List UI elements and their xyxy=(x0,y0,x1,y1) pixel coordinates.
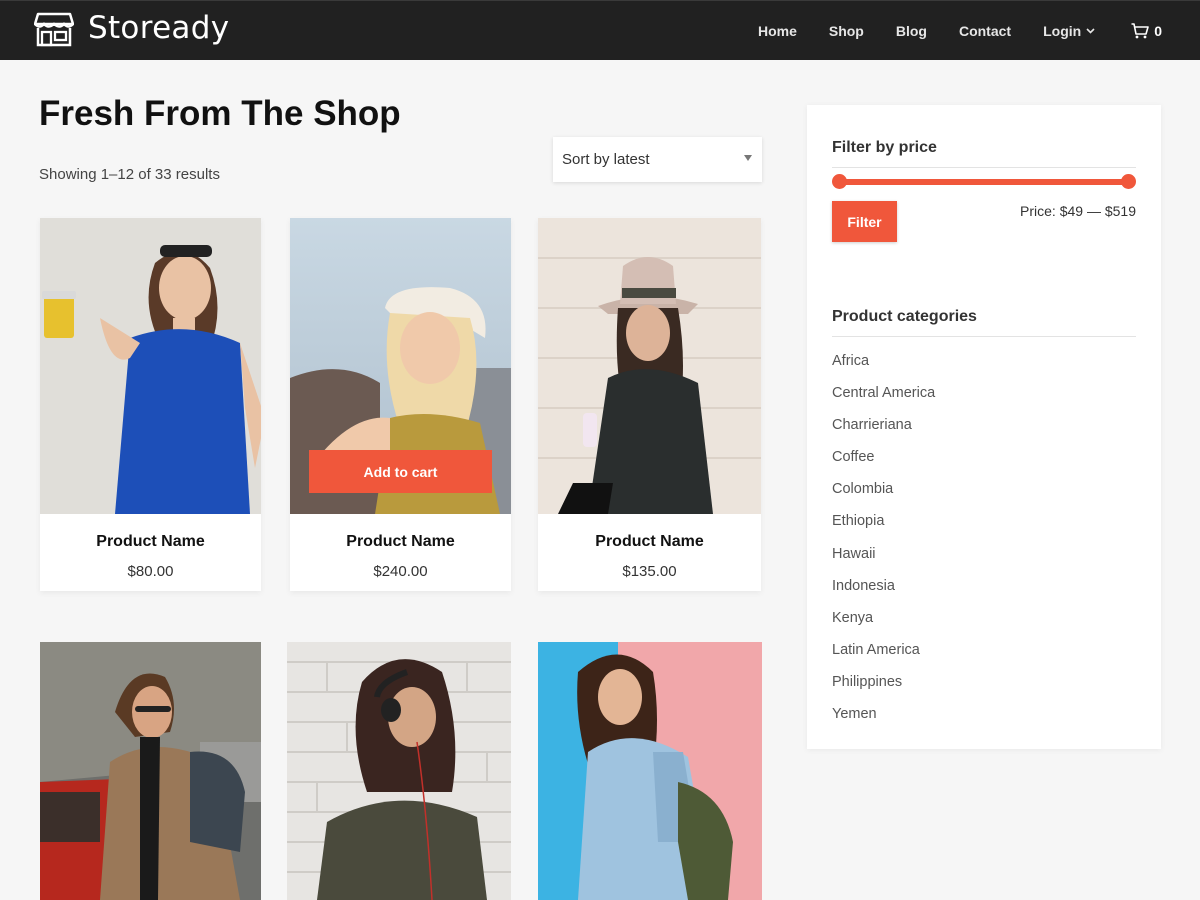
divider xyxy=(832,167,1136,168)
page-title: Fresh From The Shop xyxy=(39,94,401,133)
product-name[interactable]: Product Name xyxy=(538,533,761,551)
caret-down-icon xyxy=(744,155,752,161)
logo[interactable] xyxy=(34,11,74,47)
main-nav: Home Shop Blog Contact Login 0 xyxy=(726,1,1162,61)
filter-button[interactable]: Filter xyxy=(832,201,897,242)
price-slider-track[interactable] xyxy=(839,179,1128,185)
chevron-down-icon xyxy=(1086,28,1095,34)
product-image[interactable] xyxy=(538,642,762,900)
product-image[interactable] xyxy=(287,642,511,900)
product-card[interactable]: Product Name $80.00 xyxy=(40,218,261,591)
nav-blog[interactable]: Blog xyxy=(896,23,927,39)
sort-select[interactable]: Sort by latest xyxy=(553,137,762,182)
cart-button[interactable]: 0 xyxy=(1131,23,1162,39)
nav-login[interactable]: Login xyxy=(1043,23,1095,39)
category-list: Africa Central America Charrieriana Coff… xyxy=(832,353,935,738)
filter-by-price-title: Filter by price xyxy=(832,139,937,156)
price-slider-min-handle[interactable] xyxy=(832,174,847,189)
add-to-cart-button[interactable]: Add to cart xyxy=(309,450,492,493)
product-categories-title: Product categories xyxy=(832,308,977,325)
category-link-latin-america[interactable]: Latin America xyxy=(832,642,935,674)
category-link-africa[interactable]: Africa xyxy=(832,353,935,385)
product-name[interactable]: Product Name xyxy=(290,533,511,551)
result-count: Showing 1–12 of 33 results xyxy=(39,166,220,183)
category-link-indonesia[interactable]: Indonesia xyxy=(832,578,935,610)
sort-selected-label: Sort by latest xyxy=(562,151,650,168)
product-card[interactable]: Product Name $135.00 xyxy=(538,218,761,591)
product-price: $135.00 xyxy=(622,563,677,580)
product-price: $80.00 xyxy=(127,563,174,580)
product-image[interactable] xyxy=(538,218,761,514)
category-link-yemen[interactable]: Yemen xyxy=(832,706,935,738)
category-link-colombia[interactable]: Colombia xyxy=(832,481,935,513)
price-slider-max-handle[interactable] xyxy=(1121,174,1136,189)
category-link-kenya[interactable]: Kenya xyxy=(832,610,935,642)
nav-login-label: Login xyxy=(1043,23,1082,39)
nav-home[interactable]: Home xyxy=(758,23,797,39)
site-header: Stoready Home Shop Blog Contact Login 0 xyxy=(0,0,1200,60)
category-link-ethiopia[interactable]: Ethiopia xyxy=(832,513,935,545)
category-link-coffee[interactable]: Coffee xyxy=(832,449,935,481)
product-image[interactable] xyxy=(40,218,261,514)
cart-icon xyxy=(1131,23,1150,39)
category-link-philippines[interactable]: Philippines xyxy=(832,674,935,706)
product-image[interactable] xyxy=(40,642,261,900)
category-link-central-america[interactable]: Central America xyxy=(832,385,935,417)
storefront-icon xyxy=(34,12,74,47)
sidebar: Filter by price Filter Price: $49 — $519… xyxy=(807,105,1161,749)
category-link-hawaii[interactable]: Hawaii xyxy=(832,546,935,578)
price-range-label: Price: $49 — $519 xyxy=(1020,203,1136,219)
cart-count: 0 xyxy=(1154,23,1162,39)
category-link-charrieriana[interactable]: Charrieriana xyxy=(832,417,935,449)
nav-shop[interactable]: Shop xyxy=(829,23,864,39)
product-card[interactable]: Add to cart Product Name $240.00 xyxy=(290,218,511,591)
product-name[interactable]: Product Name xyxy=(40,533,261,551)
product-price: $240.00 xyxy=(373,563,428,580)
brand-name[interactable]: Stoready xyxy=(88,10,229,46)
divider xyxy=(832,336,1136,337)
nav-contact[interactable]: Contact xyxy=(959,23,1011,39)
